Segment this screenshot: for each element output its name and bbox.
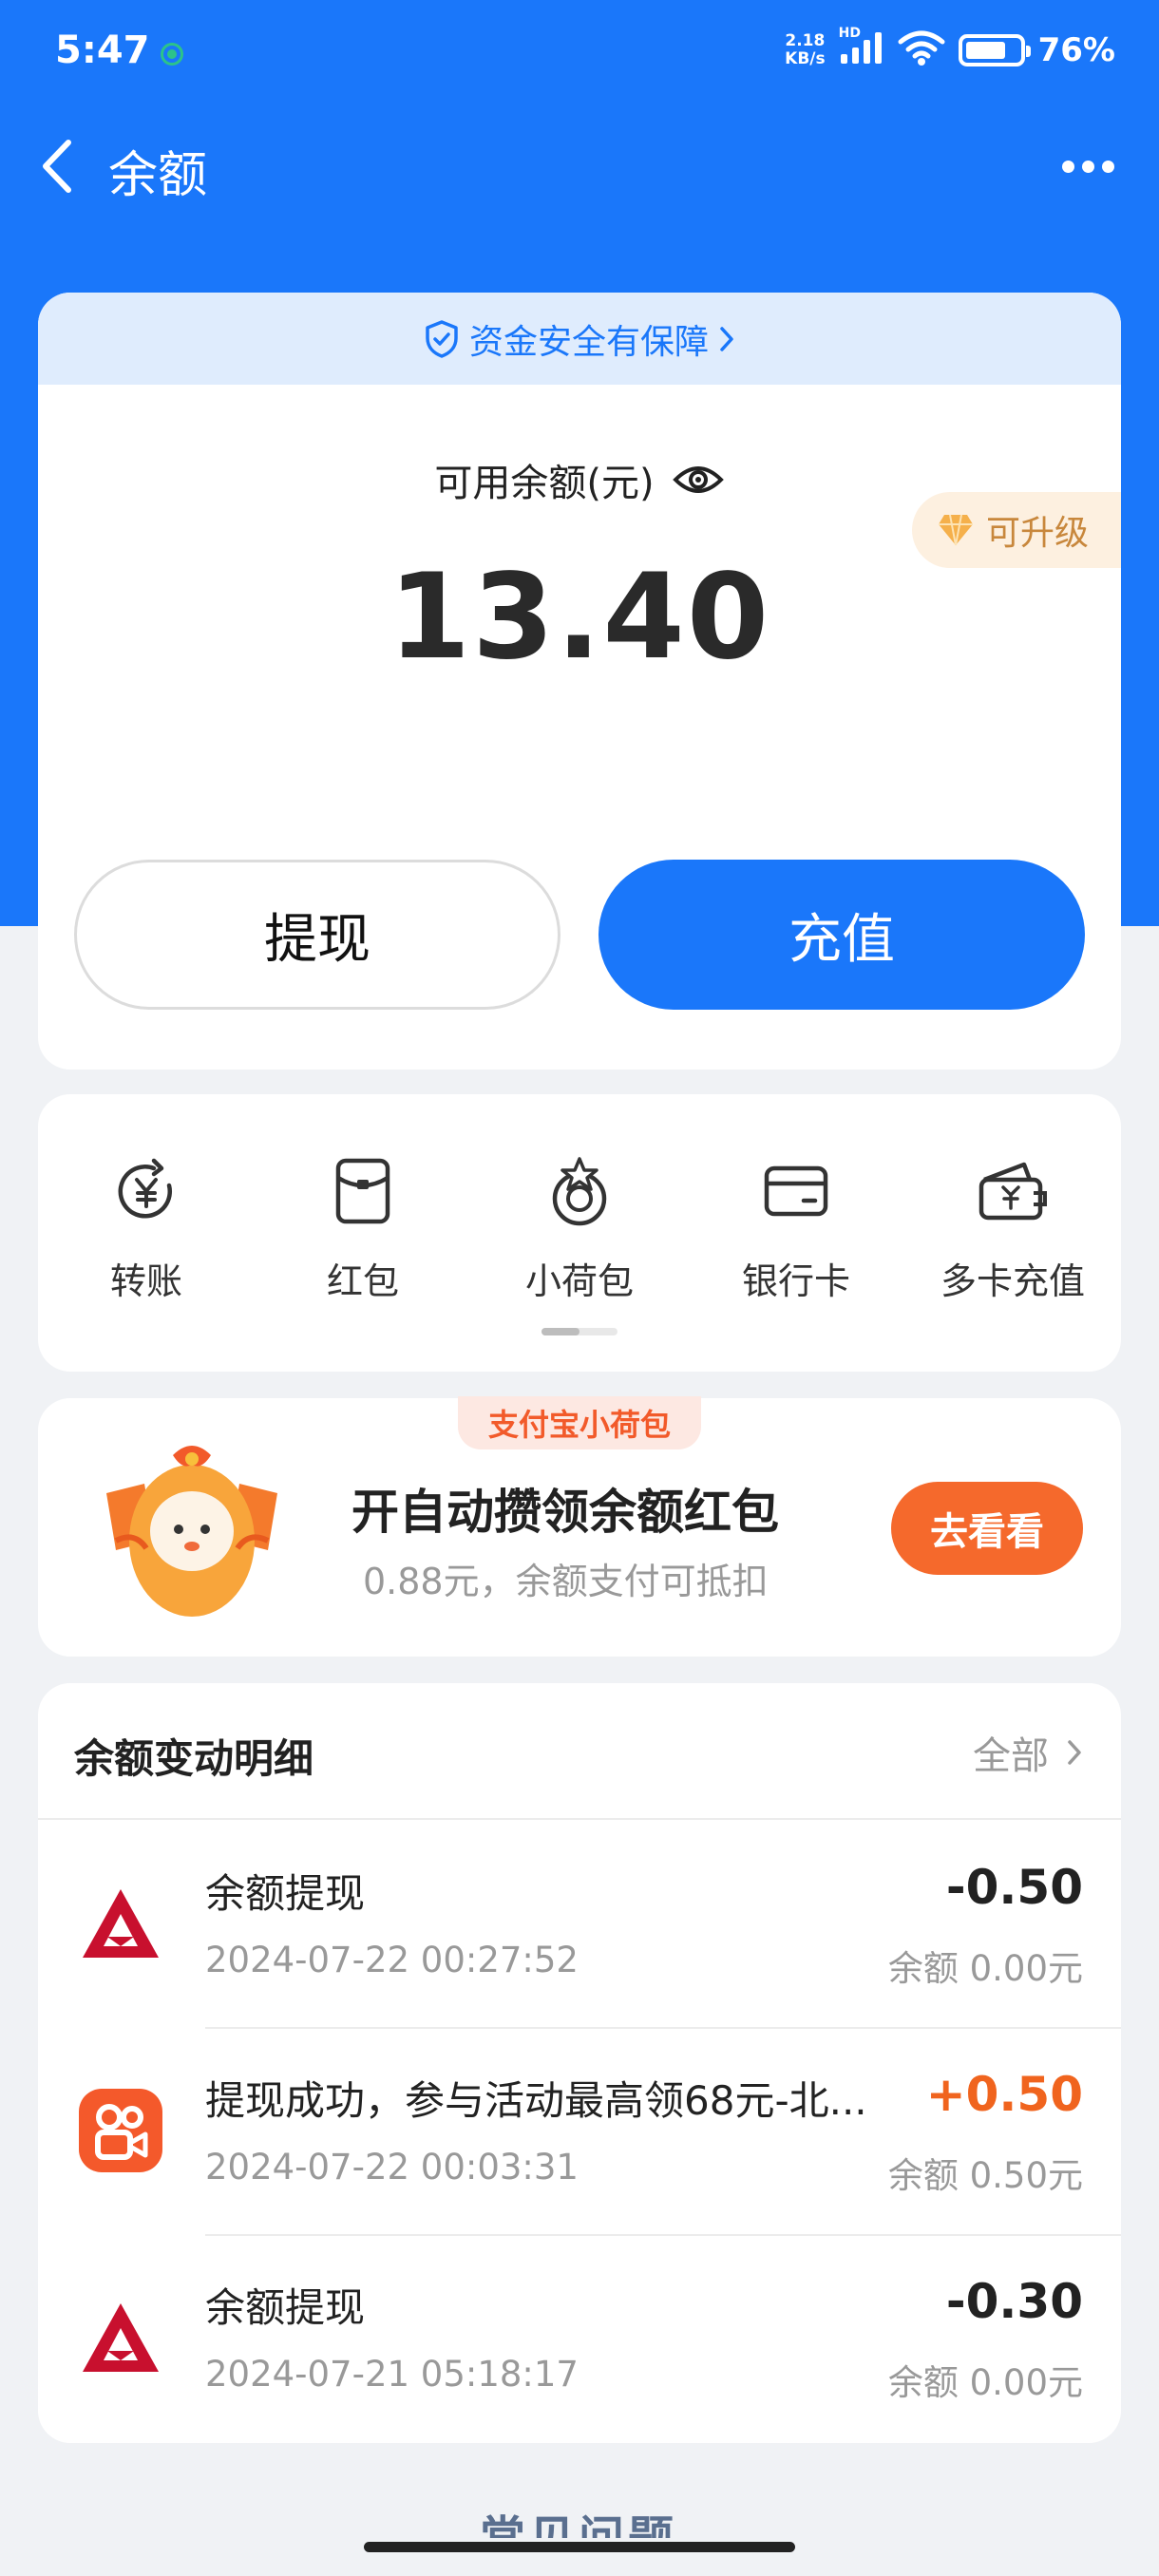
notification-dot-icon xyxy=(163,46,180,63)
transaction-time: 2024-07-22 00:27:52 xyxy=(205,1940,579,1980)
detail-header: 余额变动明细 全部 xyxy=(38,1683,1121,1820)
actions-scroll-indicator xyxy=(542,1328,618,1335)
small-purse-icon xyxy=(484,1153,674,1229)
view-all-text: 全部 xyxy=(973,1734,1049,1778)
transaction-row[interactable]: 余额提现 2024-07-22 00:27:52 -0.50 余额 0.00元 xyxy=(38,1820,1121,2027)
transaction-row[interactable]: 余额提现 2024-07-21 05:18:17 -0.30 余额 0.00元 xyxy=(38,2234,1121,2441)
fund-safety-link[interactable]: 资金安全有保障 xyxy=(38,293,1121,385)
action-red-packet[interactable]: 红包 xyxy=(268,1153,458,1304)
transfer-icon xyxy=(51,1153,241,1229)
transaction-time: 2024-07-21 05:18:17 xyxy=(205,2354,579,2395)
transaction-row[interactable]: 提现成功，参与活动最高领68元-北... 2024-07-22 00:03:31… xyxy=(38,2027,1121,2234)
network-speed-value: 2.18 xyxy=(785,31,826,50)
back-button[interactable] xyxy=(28,133,86,199)
shield-icon xyxy=(426,319,458,358)
promo-tag: 支付宝小荷包 xyxy=(458,1396,701,1449)
status-bar: 5:47 2.18 KB/s HD 76% xyxy=(0,0,1159,109)
more-button[interactable] xyxy=(1054,142,1121,190)
action-bank-card[interactable]: 银行卡 xyxy=(701,1153,891,1304)
transaction-title: 提现成功，参与活动最高领68元-北... xyxy=(205,2077,867,2124)
action-transfer[interactable]: 转账 xyxy=(51,1153,241,1304)
action-label: 银行卡 xyxy=(741,1260,850,1302)
transaction-title: 余额提现 xyxy=(205,2284,366,2331)
battery-percent: 76% xyxy=(1037,31,1115,69)
more-dot-icon xyxy=(1101,160,1114,173)
status-right: 2.18 KB/s HD 76% xyxy=(785,26,1115,70)
action-label: 小荷包 xyxy=(524,1260,634,1302)
wifi-icon xyxy=(898,30,945,70)
red-packet-icon xyxy=(268,1153,458,1229)
promo-subtitle: 0.88元，余额支付可抵扣 xyxy=(363,1561,769,1602)
upgrade-text: 可升级 xyxy=(986,514,1090,553)
signal-icon: HD xyxy=(839,26,884,69)
transaction-balance: 余额 0.50元 xyxy=(887,2155,1083,2196)
more-dot-icon xyxy=(1081,160,1094,173)
kuaishou-logo-icon xyxy=(78,2088,163,2173)
balance-amount: 13.40 xyxy=(388,549,771,686)
chevron-right-icon xyxy=(720,326,733,351)
withdraw-button[interactable]: 提现 xyxy=(74,860,560,1010)
fund-safety-text: 资金安全有保障 xyxy=(468,322,709,362)
action-label: 转账 xyxy=(109,1260,182,1302)
transaction-amount: -0.50 xyxy=(945,1860,1083,1915)
network-speed: 2.18 KB/s xyxy=(785,32,825,68)
transaction-amount: -0.30 xyxy=(945,2274,1083,2329)
chevron-left-icon xyxy=(43,140,71,193)
action-label: 红包 xyxy=(326,1260,399,1302)
transaction-title: 余额提现 xyxy=(205,1870,366,1917)
diamond-icon xyxy=(939,514,973,546)
eye-icon[interactable] xyxy=(672,461,725,499)
network-speed-unit: KB/s xyxy=(785,49,826,68)
mascot-illustration xyxy=(87,1427,296,1626)
bank-card-icon xyxy=(701,1153,891,1229)
scroll-thumb xyxy=(542,1328,580,1335)
available-balance-text: 可用余额(元) xyxy=(434,462,655,505)
battery-icon xyxy=(958,34,1031,66)
status-time: 5:47 xyxy=(55,28,150,72)
bank-logo-icon xyxy=(78,1881,163,1966)
action-small-purse[interactable]: 小荷包 xyxy=(484,1153,674,1304)
hd-label: HD xyxy=(838,26,861,41)
promo-card[interactable]: 支付宝小荷包 开自动攒领余额红包 0.88元，余额支付可抵扣 去看看 xyxy=(38,1396,1121,1657)
promo-title: 开自动攒领余额红包 xyxy=(352,1485,779,1540)
recharge-button[interactable]: 充值 xyxy=(598,860,1085,1010)
view-all-link[interactable]: 全部 xyxy=(973,1725,1083,1780)
nav-bar: 余额 xyxy=(0,114,1159,218)
balance-detail-card: 余额变动明细 全部 余额提现 2024-07-22 00:27:52 -0.50… xyxy=(38,1683,1121,2443)
detail-title: 余额变动明细 xyxy=(74,1735,314,1782)
home-indicator[interactable] xyxy=(364,2542,795,2552)
multi-card-recharge-icon xyxy=(918,1153,1108,1229)
page-title: 余额 xyxy=(108,147,208,204)
action-multi-card-recharge[interactable]: 多卡充值 xyxy=(918,1153,1108,1304)
promo-go-button[interactable]: 去看看 xyxy=(891,1482,1083,1575)
chevron-right-icon xyxy=(1068,1740,1081,1765)
transaction-balance: 余额 0.00元 xyxy=(887,1948,1083,1989)
balance-page: 5:47 2.18 KB/s HD 76% 余额 资金安全有保障 可用余额(元)… xyxy=(0,0,1159,2576)
action-label: 多卡充值 xyxy=(940,1260,1085,1302)
balance-card: 资金安全有保障 可用余额(元) 可升级 13.40 提现 充值 xyxy=(38,293,1121,1070)
transaction-balance: 余额 0.00元 xyxy=(887,2362,1083,2403)
quick-actions-card: 转账 红包 小荷包 银行卡 多卡充值 xyxy=(38,1094,1121,1372)
transaction-time: 2024-07-22 00:03:31 xyxy=(205,2147,579,2188)
bank-logo-icon xyxy=(78,2295,163,2380)
transaction-amount: +0.50 xyxy=(925,2067,1083,2122)
faq-section-title: 常见问题 xyxy=(480,2511,678,2538)
more-dot-icon xyxy=(1061,160,1074,173)
